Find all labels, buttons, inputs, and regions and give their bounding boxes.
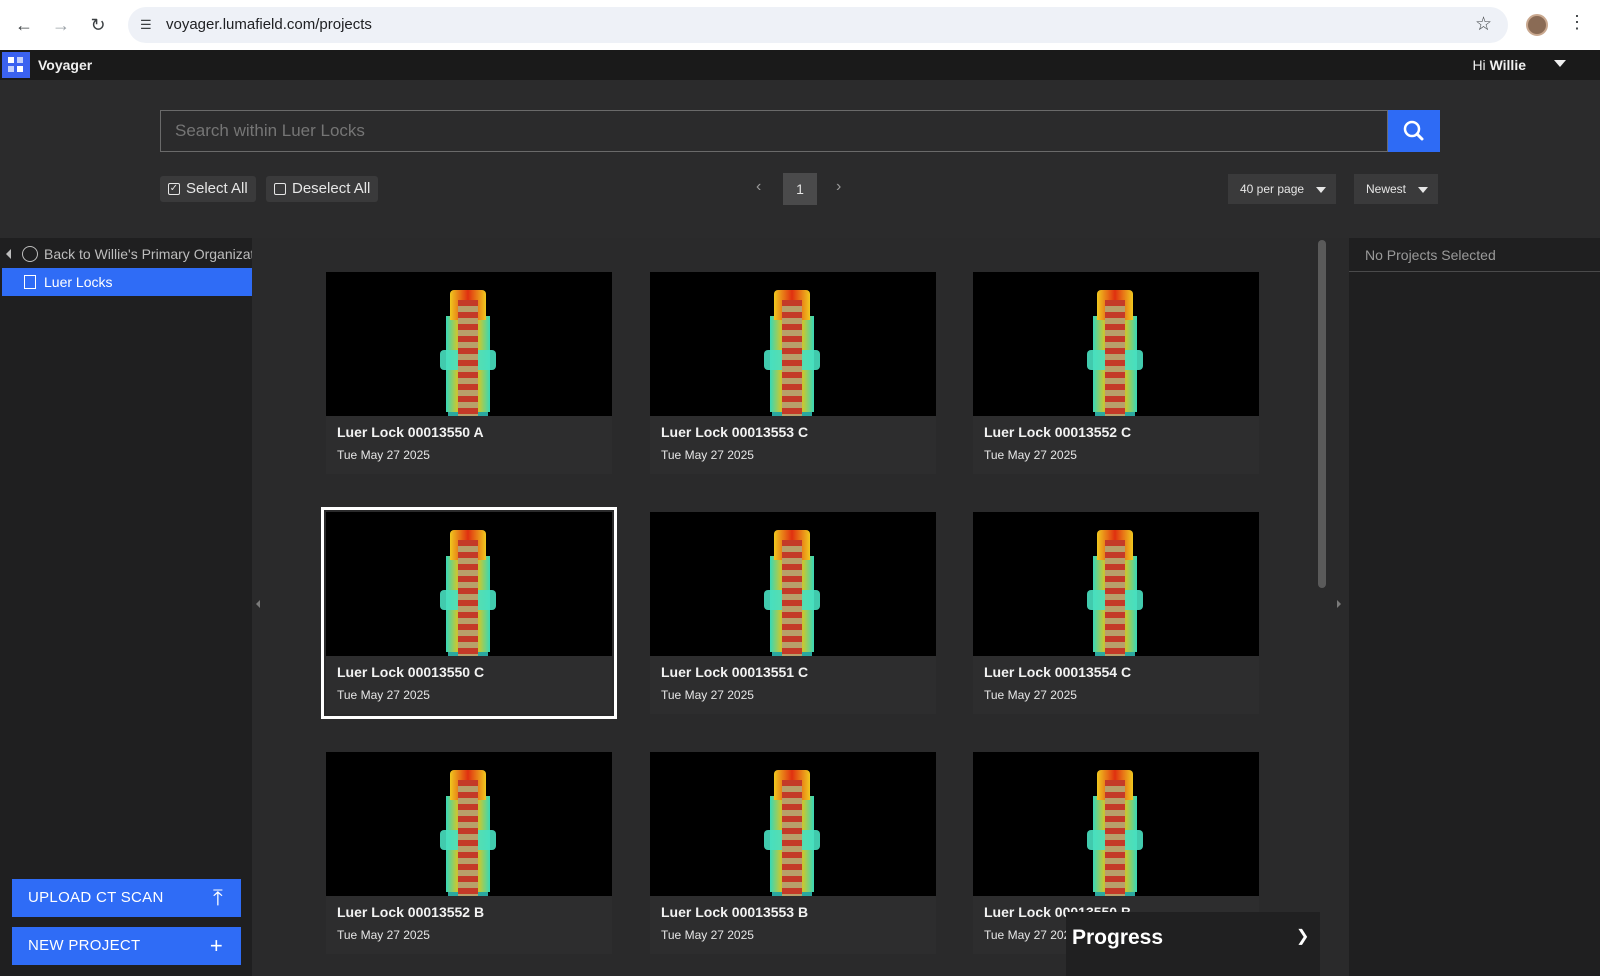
sort-label: Newest — [1366, 182, 1407, 196]
triangle-left-icon — [6, 249, 11, 259]
sidebar: Back to Willie's Primary Organizat Luer … — [0, 238, 252, 976]
project-date: Tue May 27 2025 — [984, 688, 1077, 702]
ct-scan-thumbnail — [973, 512, 1259, 708]
progress-title: Progress — [1072, 926, 1164, 949]
ct-scan-thumbnail — [326, 752, 612, 948]
deselect-all-label: Deselect All — [292, 180, 371, 197]
upload-icon: ⤒ — [212, 885, 223, 910]
select-all-label: Select All — [186, 180, 248, 197]
selection-panel: No Projects Selected — [1349, 238, 1600, 976]
globe-icon — [22, 246, 38, 262]
plus-icon: + — [209, 933, 223, 958]
project-name: Luer Lock 00013553 C — [661, 424, 809, 440]
building-icon — [24, 275, 36, 289]
project-date: Tue May 27 2025 — [661, 928, 754, 942]
selection-status: No Projects Selected — [1349, 238, 1600, 272]
browser-chrome: ← → ↻ ☰ voyager.lumafield.com/projects ☆… — [0, 0, 1600, 50]
user-name: Willie — [1489, 57, 1526, 73]
new-project-button[interactable]: NEW PROJECT + — [12, 927, 241, 965]
progress-panel[interactable]: Progress ❯ — [1066, 912, 1320, 976]
chevron-down-icon — [1316, 187, 1326, 193]
ct-scan-thumbnail — [650, 752, 936, 948]
sidebar-item-label: Luer Locks — [44, 274, 113, 290]
chevron-left-icon[interactable]: ‹ — [756, 178, 761, 196]
voyager-logo-icon[interactable] — [2, 52, 30, 78]
upload-ct-scan-button[interactable]: UPLOAD CT SCAN ⤒ — [12, 879, 241, 917]
grid-scrollbar[interactable] — [1318, 240, 1326, 588]
project-card[interactable]: Luer Lock 00013554 C Tue May 27 2025 — [973, 512, 1259, 714]
chevron-down-icon — [1418, 187, 1428, 193]
project-card[interactable]: Luer Lock 00013550 C Tue May 27 2025 — [321, 507, 617, 719]
project-card[interactable]: Luer Lock 00013553 C Tue May 27 2025 — [650, 272, 936, 474]
search-icon — [1403, 120, 1424, 141]
upload-ct-scan-label: UPLOAD CT SCAN — [28, 889, 164, 906]
url-text: voyager.lumafield.com/projects — [166, 16, 372, 33]
checked-box-icon: ✓ — [168, 183, 180, 195]
project-date: Tue May 27 2025 — [661, 448, 754, 462]
bookmark-star-icon[interactable]: ☆ — [1475, 13, 1492, 36]
project-card[interactable]: Luer Lock 00013552 C Tue May 27 2025 — [973, 272, 1259, 474]
arrow-right-icon[interactable]: → — [49, 13, 73, 37]
project-card[interactable]: Luer Lock 00013553 B Tue May 27 2025 — [650, 752, 936, 954]
address-bar[interactable]: ☰ voyager.lumafield.com/projects ☆ — [128, 7, 1508, 43]
project-date: Tue May 27 2025 — [337, 448, 430, 462]
browser-menu-icon[interactable]: ⋮ — [1568, 12, 1586, 33]
search-input[interactable] — [160, 110, 1388, 152]
ct-scan-thumbnail — [326, 512, 612, 708]
ct-scan-thumbnail — [973, 752, 1259, 948]
project-date: Tue May 27 2025 — [984, 928, 1077, 942]
project-date: Tue May 27 2025 — [337, 928, 430, 942]
greeting-prefix: Hi — [1472, 57, 1486, 73]
project-card[interactable]: Luer Lock 00013550 A Tue May 27 2025 — [326, 272, 612, 474]
ct-scan-thumbnail — [973, 272, 1259, 468]
arrow-left-icon[interactable]: ← — [12, 13, 36, 37]
user-greeting[interactable]: Hi Willie — [1472, 57, 1526, 73]
project-card[interactable]: Luer Lock 00013551 C Tue May 27 2025 — [650, 512, 936, 714]
chevron-down-icon[interactable]: ❯ — [1296, 926, 1309, 946]
project-date: Tue May 27 2025 — [337, 688, 430, 702]
user-menu-caret-icon[interactable] — [1554, 60, 1566, 67]
per-page-dropdown[interactable]: 40 per page — [1228, 174, 1336, 204]
project-date: Tue May 27 2025 — [984, 448, 1077, 462]
project-name: Luer Lock 00013553 B — [661, 904, 809, 920]
page-number[interactable]: 1 — [783, 173, 817, 205]
project-name: Luer Lock 00013554 C — [984, 664, 1132, 680]
collapse-right-icon[interactable] — [1337, 600, 1341, 608]
app-title: Voyager — [38, 57, 93, 73]
ct-scan-thumbnail — [326, 272, 612, 468]
project-name: Luer Lock 00013552 B — [337, 904, 485, 920]
new-project-label: NEW PROJECT — [28, 937, 141, 954]
project-card[interactable]: Luer Lock 00013552 B Tue May 27 2025 — [326, 752, 612, 954]
project-name: Luer Lock 00013550 C — [337, 664, 485, 680]
select-all-button[interactable]: ✓ Select All — [160, 176, 256, 202]
projects-toolbar: ✓ Select All Deselect All ‹ 1 › 40 per p… — [0, 80, 1600, 238]
sidebar-item-luer-locks[interactable]: Luer Locks — [2, 268, 252, 296]
project-name: Luer Lock 00013550 A — [337, 424, 484, 440]
ct-scan-thumbnail — [650, 272, 936, 468]
deselect-all-button[interactable]: Deselect All — [266, 176, 379, 202]
ct-scan-thumbnail — [650, 512, 936, 708]
profile-avatar[interactable] — [1526, 14, 1548, 36]
project-name: Luer Lock 00013552 C — [984, 424, 1132, 440]
search-button[interactable] — [1388, 110, 1440, 152]
site-settings-icon[interactable]: ☰ — [140, 16, 158, 34]
empty-box-icon — [274, 183, 286, 195]
back-to-organization-link[interactable]: Back to Willie's Primary Organizat — [0, 244, 252, 266]
sort-dropdown[interactable]: Newest — [1354, 174, 1438, 204]
back-link-label: Back to Willie's Primary Organizat — [44, 246, 252, 262]
project-date: Tue May 27 2025 — [661, 688, 754, 702]
chevron-right-icon[interactable]: › — [836, 178, 841, 196]
project-name: Luer Lock 00013551 C — [661, 664, 809, 680]
per-page-label: 40 per page — [1240, 182, 1305, 196]
app-header: Voyager Hi Willie — [0, 50, 1600, 80]
reload-icon[interactable]: ↻ — [86, 13, 110, 37]
collapse-left-icon[interactable] — [256, 600, 260, 608]
